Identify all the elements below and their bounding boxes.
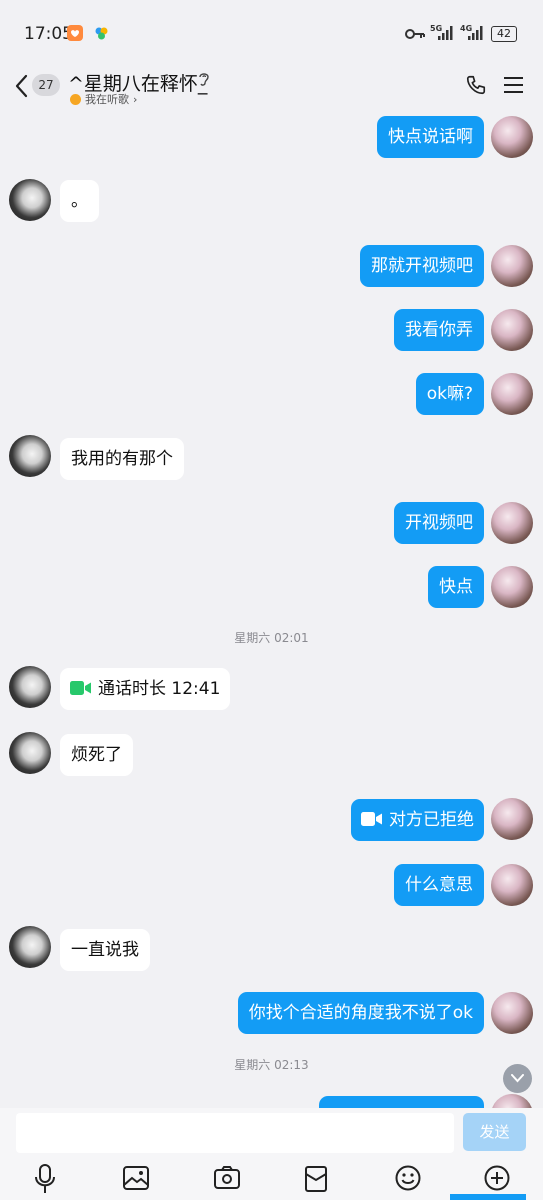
status-time: 17:05 [24, 24, 73, 44]
contact-avatar[interactable] [9, 926, 51, 968]
message-list[interactable]: 快点说话啊 。 那就开视频吧 我看你弄 ok嘛? 我用的有那个 开视频吧 快点 … [0, 112, 543, 1108]
message-bubble-sent[interactable]: ok嘛? [415, 373, 484, 415]
plus-icon[interactable] [484, 1165, 510, 1191]
ear-icon [199, 73, 209, 86]
my-avatar[interactable] [491, 992, 533, 1034]
my-avatar[interactable] [491, 864, 533, 906]
call-status-text: 对方已拒绝 [389, 810, 474, 830]
phone-call-icon[interactable] [465, 74, 487, 96]
message-bubble-sent[interactable]: 开视频吧 [394, 502, 484, 544]
status-emoji-icon [70, 94, 81, 105]
timestamp: 星期六 02:01 [234, 631, 309, 645]
key-icon [405, 29, 425, 39]
message-bubble-sent[interactable]: 你找个合适的角度我不说了ok [237, 992, 484, 1034]
battery-level: 42 [497, 27, 511, 40]
scroll-to-bottom-button[interactable] [503, 1064, 532, 1093]
my-avatar[interactable] [491, 116, 533, 158]
contact-status-text: 我在听歌 [85, 93, 129, 106]
chat-header: 27 ^星期八在释怀_ 我在听歌 › [0, 66, 543, 112]
image-icon[interactable] [123, 1166, 149, 1190]
my-avatar[interactable] [491, 798, 533, 840]
unread-count-badge[interactable]: 27 [32, 74, 60, 96]
cell-signal-icon-2 [468, 26, 483, 40]
active-tool-indicator [450, 1194, 526, 1200]
message-bubble-sent[interactable]: 那就开视频吧 [360, 245, 484, 287]
red-packet-icon[interactable] [305, 1166, 327, 1192]
send-button[interactable]: 发送 [463, 1113, 526, 1151]
call-duration-text: 通话时长 12:41 [98, 679, 221, 699]
my-avatar[interactable] [491, 502, 533, 544]
message-bubble-received[interactable]: 一直说我 [60, 929, 150, 971]
contact-avatar[interactable] [9, 179, 51, 221]
chevron-down-icon [511, 1074, 524, 1083]
emoji-icon[interactable] [395, 1165, 421, 1191]
video-camera-icon [361, 811, 382, 826]
menu-icon[interactable] [504, 77, 523, 93]
contact-status[interactable]: 我在听歌 › [70, 91, 137, 107]
video-camera-icon [70, 680, 91, 695]
back-arrow-icon[interactable] [14, 74, 30, 98]
chevron-right-icon: › [133, 93, 138, 106]
video-call-record[interactable]: 通话时长 12:41 [60, 668, 231, 710]
voice-icon[interactable] [34, 1164, 56, 1194]
input-bar: 发送 [0, 1108, 543, 1200]
message-bubble-received[interactable]: 烦死了 [60, 734, 133, 776]
my-avatar[interactable] [491, 309, 533, 351]
my-avatar[interactable] [491, 373, 533, 415]
message-bubble-received[interactable]: 。 [60, 180, 99, 222]
contact-avatar[interactable] [9, 666, 51, 708]
cell-signal-icon [438, 26, 453, 40]
message-bubble-received[interactable]: 我用的有那个 [60, 438, 184, 480]
message-bubble-sent[interactable]: 我看你弄 [394, 309, 484, 351]
message-bubble-sent[interactable]: 快点 [428, 566, 484, 608]
notification-app-icon [67, 25, 83, 41]
my-avatar[interactable] [491, 566, 533, 608]
battery-indicator: 42 [491, 26, 517, 42]
my-avatar[interactable] [491, 245, 533, 287]
camera-icon[interactable] [214, 1166, 240, 1190]
contact-avatar[interactable] [9, 732, 51, 774]
my-avatar[interactable] [491, 1094, 533, 1108]
video-call-record[interactable]: 对方已拒绝 [351, 799, 484, 841]
timestamp: 星期六 02:13 [234, 1058, 309, 1072]
message-bubble-sent-partial[interactable] [319, 1096, 484, 1108]
message-bubble-sent[interactable]: 快点说话啊 [377, 116, 484, 158]
notification-app-icon-2 [95, 27, 108, 40]
contact-avatar[interactable] [9, 435, 51, 477]
message-input[interactable] [16, 1113, 454, 1153]
status-bar: 17:05 5G 4G 42 [0, 0, 543, 66]
message-bubble-sent[interactable]: 什么意思 [394, 864, 484, 906]
